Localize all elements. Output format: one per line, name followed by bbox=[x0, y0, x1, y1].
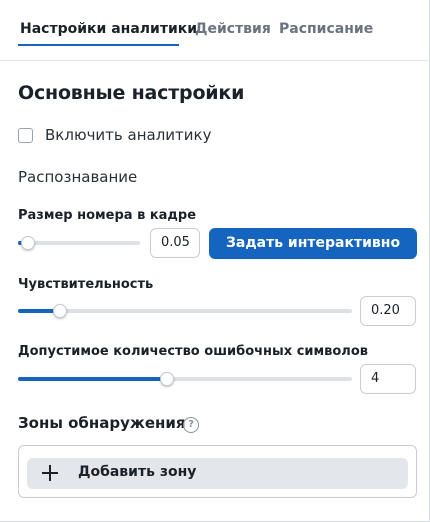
analytics-settings-panel: Настройки аналитики Действия Расписание … bbox=[0, 0, 430, 522]
enable-analytics-checkbox[interactable] bbox=[18, 128, 33, 143]
slider-thumb[interactable] bbox=[159, 372, 174, 386]
tab-analytics-settings[interactable]: Настройки аналитики bbox=[20, 21, 197, 37]
help-circle-icon[interactable]: ? bbox=[183, 417, 199, 433]
error-chars-label: Допустимое количество ошибочных символов bbox=[18, 344, 368, 359]
error-chars-input[interactable]: 4 bbox=[360, 364, 416, 394]
sensitivity-label: Чувствительность bbox=[18, 277, 154, 292]
plate-size-input[interactable]: 0.05 bbox=[150, 228, 200, 258]
sensitivity-input[interactable]: 0.20 bbox=[360, 296, 416, 326]
plate-size-slider[interactable] bbox=[18, 236, 140, 250]
active-tab-indicator bbox=[18, 44, 179, 46]
sensitivity-slider[interactable] bbox=[18, 304, 352, 318]
recognition-title: Распознавание bbox=[18, 168, 138, 186]
section-title: Основные настройки bbox=[18, 82, 245, 104]
tab-actions[interactable]: Действия bbox=[195, 21, 271, 37]
enable-analytics-label: Включить аналитику bbox=[45, 126, 212, 144]
plate-size-label: Размер номера в кадре bbox=[18, 208, 197, 223]
slider-thumb[interactable] bbox=[20, 236, 35, 250]
tab-schedule[interactable]: Расписание bbox=[279, 21, 373, 37]
slider-fill bbox=[18, 377, 167, 381]
set-interactively-button[interactable]: Задать интерактивно bbox=[209, 228, 417, 259]
slider-track bbox=[18, 241, 140, 245]
error-chars-slider[interactable] bbox=[18, 372, 352, 386]
detection-zones-list: Добавить зону bbox=[18, 445, 417, 498]
tab-bar: Настройки аналитики Действия Расписание bbox=[0, 0, 430, 61]
plus-icon bbox=[42, 465, 58, 481]
slider-track bbox=[18, 309, 352, 313]
detection-zones-title: Зоны обнаружения bbox=[18, 414, 186, 432]
add-zone-label: Добавить зону bbox=[78, 464, 197, 480]
add-zone-button[interactable]: Добавить зону bbox=[27, 458, 408, 489]
slider-thumb[interactable] bbox=[52, 304, 67, 318]
